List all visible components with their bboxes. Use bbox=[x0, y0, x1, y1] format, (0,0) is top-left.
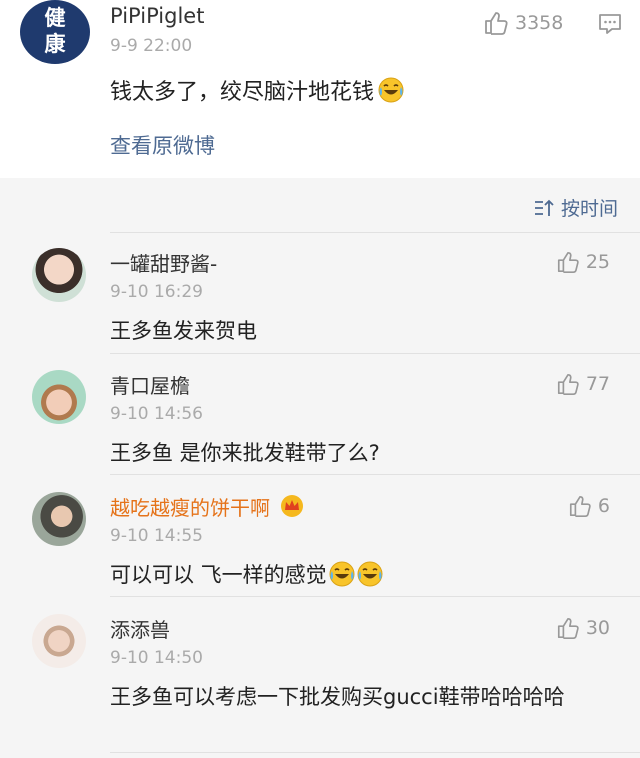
comment-username[interactable]: 一罐甜野酱- bbox=[110, 248, 217, 277]
avatar-char-2: 康 bbox=[44, 31, 66, 56]
thumbs-up-icon bbox=[556, 616, 580, 640]
comment-icon bbox=[599, 14, 621, 34]
comment-like-count: 6 bbox=[597, 495, 610, 517]
avatar[interactable] bbox=[32, 248, 86, 302]
post-username[interactable]: PiPiPiglet bbox=[110, 4, 204, 28]
avatar[interactable] bbox=[32, 614, 86, 668]
comment-text: 王多鱼发来贺电 bbox=[110, 319, 257, 343]
thumbs-up-icon bbox=[483, 10, 509, 36]
thumbs-up-icon bbox=[556, 250, 580, 274]
post-content: 钱太多了，绞尽脑汁地花钱 bbox=[110, 74, 404, 106]
sort-icon bbox=[534, 199, 554, 216]
comment-text: 可以可以 飞一样的感觉 bbox=[110, 558, 610, 592]
comment-like-button[interactable]: 25 bbox=[556, 250, 610, 274]
post-like-button[interactable]: 3358 bbox=[483, 10, 563, 36]
divider bbox=[110, 353, 640, 354]
post-text: 钱太多了，绞尽脑汁地花钱 bbox=[110, 80, 375, 105]
comment-timestamp: 9-10 14:56 bbox=[110, 404, 203, 424]
thumbs-up-icon bbox=[556, 372, 580, 396]
comment-like-count: 30 bbox=[585, 617, 610, 639]
comment-like-button[interactable]: 77 bbox=[556, 372, 610, 396]
avatar[interactable]: 健 康 bbox=[20, 0, 90, 64]
comment-timestamp: 9-10 14:55 bbox=[110, 526, 203, 546]
crown-icon bbox=[281, 495, 304, 517]
comment-like-count: 77 bbox=[585, 373, 610, 395]
comment-text: 王多鱼可以考虑一下批发购买gucci鞋带哈哈哈哈 bbox=[110, 685, 565, 709]
avatar-char-1: 健 bbox=[44, 5, 66, 30]
divider bbox=[110, 752, 640, 753]
comment-section: 按时间 一罐甜野酱- 9-10 16:29 25 王多鱼发来贺电 青口屋檐 9-… bbox=[0, 178, 640, 758]
comment-username[interactable]: 青口屋檐 bbox=[110, 370, 190, 399]
comment-like-count: 25 bbox=[585, 251, 610, 273]
comment-username[interactable]: 添添兽 bbox=[110, 614, 170, 643]
view-original-link[interactable]: 查看原微博 bbox=[110, 130, 215, 160]
avatar[interactable] bbox=[32, 370, 86, 424]
comment-like-button[interactable]: 6 bbox=[568, 494, 610, 518]
comment-text: 王多鱼 是你来批发鞋带了么? bbox=[110, 441, 380, 465]
comment-username[interactable]: 越吃越瘦的饼干啊 bbox=[110, 492, 304, 521]
laughing-crying-emoji bbox=[329, 561, 355, 587]
post-timestamp: 9-9 22:00 bbox=[110, 36, 193, 56]
laughing-crying-emoji bbox=[357, 561, 383, 587]
comment-timestamp: 9-10 16:29 bbox=[110, 282, 203, 302]
laughing-crying-emoji bbox=[378, 77, 404, 103]
comment-text-content: 可以可以 飞一样的感觉 bbox=[110, 563, 327, 587]
avatar[interactable] bbox=[32, 492, 86, 546]
sort-by-time-button[interactable]: 按时间 bbox=[533, 194, 618, 221]
weibo-post: 健 康 PiPiPiglet 9-9 22:00 3358 钱太多了，绞尽脑汁地… bbox=[0, 0, 640, 178]
comment-username-text: 越吃越瘦的饼干啊 bbox=[110, 496, 270, 520]
divider bbox=[110, 596, 640, 597]
post-like-count: 3358 bbox=[515, 12, 564, 34]
comment-like-button[interactable]: 30 bbox=[556, 616, 610, 640]
divider bbox=[110, 232, 640, 233]
comment-timestamp: 9-10 14:50 bbox=[110, 648, 203, 668]
comment-button[interactable] bbox=[597, 12, 623, 40]
thumbs-up-icon bbox=[568, 494, 592, 518]
sort-label: 按时间 bbox=[560, 198, 618, 220]
divider bbox=[110, 474, 640, 475]
